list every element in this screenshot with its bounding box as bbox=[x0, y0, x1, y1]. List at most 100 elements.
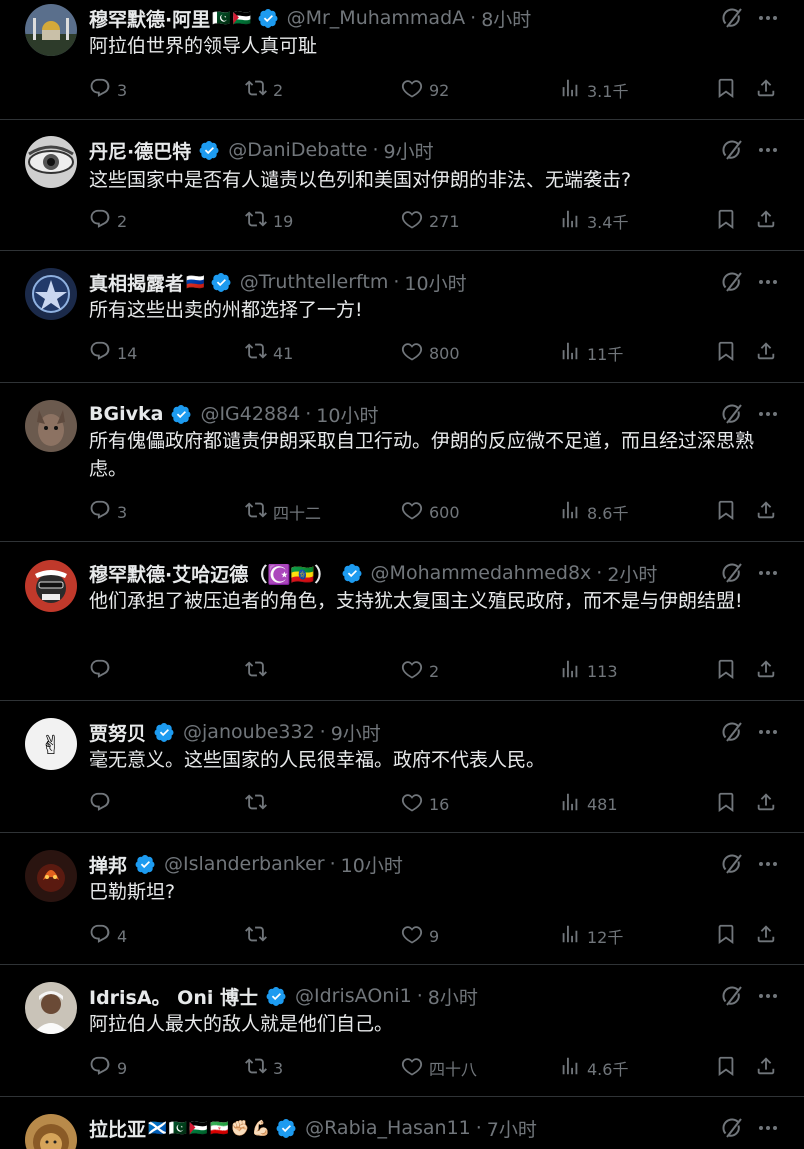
grok-icon[interactable] bbox=[720, 561, 744, 585]
user-handle[interactable]: @Truthtellerftm bbox=[240, 271, 389, 293]
share-button[interactable] bbox=[755, 498, 777, 526]
share-button[interactable] bbox=[755, 1054, 777, 1082]
timestamp[interactable]: 9小时 bbox=[383, 137, 433, 164]
bookmark-button[interactable] bbox=[715, 339, 737, 367]
grok-icon[interactable] bbox=[720, 984, 744, 1008]
verified-badge-icon[interactable] bbox=[135, 854, 156, 875]
emblem-avatar[interactable] bbox=[25, 268, 77, 320]
user-handle[interactable]: @janoube332 bbox=[183, 721, 315, 743]
share-button[interactable] bbox=[755, 922, 777, 950]
display-name[interactable]: BGivka bbox=[89, 403, 163, 425]
verified-badge-icon[interactable] bbox=[266, 986, 287, 1007]
display-name[interactable]: 丹尼·德巴特 bbox=[89, 137, 191, 164]
display-name[interactable]: 穆罕默德·阿里 bbox=[89, 5, 210, 32]
display-name[interactable]: 掸邦 bbox=[89, 851, 127, 878]
retweet-button[interactable]: 2 bbox=[245, 76, 283, 104]
more-options-icon[interactable] bbox=[756, 561, 780, 585]
retweet-button[interactable] bbox=[245, 657, 273, 685]
retweet-button[interactable]: 19 bbox=[245, 207, 293, 235]
more-options-icon[interactable] bbox=[756, 270, 780, 294]
views-button[interactable]: 113 bbox=[559, 657, 618, 685]
tweet[interactable]: 真相揭露者 🇷🇺 @Truthtellerftm · 10小时 所有这些出卖的州都选择了一… bbox=[0, 252, 804, 383]
verified-badge-icon[interactable] bbox=[171, 404, 192, 425]
verified-badge-icon[interactable] bbox=[276, 1118, 297, 1139]
user-handle[interactable]: @Mr_MuhammadA bbox=[287, 7, 466, 29]
bookmark-button[interactable] bbox=[715, 498, 737, 526]
tweet[interactable]: 穆罕默德·阿里 🇵🇰 🇵🇸 @Mr_MuhammadA · 8小时 阿拉伯世界的领导人真可耻… bbox=[0, 0, 804, 120]
grok-icon[interactable] bbox=[720, 270, 744, 294]
share-button[interactable] bbox=[755, 339, 777, 367]
user-handle[interactable]: @IdrisAOni1 bbox=[295, 985, 412, 1007]
views-button[interactable]: 11千 bbox=[559, 339, 623, 367]
like-button[interactable]: 600 bbox=[401, 498, 460, 526]
like-button[interactable]: 2 bbox=[401, 657, 439, 685]
user-handle[interactable]: @Rabia_Hasan11 bbox=[305, 1117, 471, 1139]
grok-icon[interactable] bbox=[720, 720, 744, 744]
user-handle[interactable]: @Mohammedahmed8x bbox=[371, 562, 592, 584]
like-button[interactable]: 271 bbox=[401, 207, 460, 235]
more-options-icon[interactable] bbox=[756, 6, 780, 30]
tweet[interactable]: IdrisA。 Oni 博士 @IdrisAOni1 · 8小时 阿拉伯人最大的敌人就是… bbox=[0, 966, 804, 1097]
mosque-avatar[interactable] bbox=[25, 4, 77, 56]
reply-button[interactable]: 3 bbox=[89, 76, 127, 104]
bookmark-button[interactable] bbox=[715, 790, 737, 818]
verified-badge-icon[interactable] bbox=[211, 272, 232, 293]
reply-button[interactable]: 2 bbox=[89, 207, 127, 235]
timestamp[interactable]: 7小时 bbox=[487, 1115, 537, 1142]
lion-avatar[interactable] bbox=[25, 1114, 77, 1149]
retweet-button[interactable] bbox=[245, 790, 273, 818]
timestamp[interactable]: 10小时 bbox=[404, 269, 466, 296]
views-button[interactable]: 4.6千 bbox=[559, 1054, 628, 1082]
share-button[interactable] bbox=[755, 790, 777, 818]
display-name[interactable]: 穆罕默德·艾哈迈德（☪️🇪🇹） bbox=[89, 560, 334, 587]
views-button[interactable]: 481 bbox=[559, 790, 618, 818]
reply-button[interactable] bbox=[89, 657, 117, 685]
more-options-icon[interactable] bbox=[756, 852, 780, 876]
timestamp[interactable]: 2小时 bbox=[607, 560, 657, 587]
more-options-icon[interactable] bbox=[756, 984, 780, 1008]
eye-avatar[interactable] bbox=[25, 136, 77, 188]
share-button[interactable] bbox=[755, 207, 777, 235]
views-button[interactable]: 8.6千 bbox=[559, 498, 628, 526]
timestamp[interactable]: 9小时 bbox=[331, 719, 381, 746]
display-name[interactable]: 拉比亚 bbox=[89, 1115, 146, 1142]
timestamp[interactable]: 10小时 bbox=[341, 851, 403, 878]
reply-button[interactable] bbox=[89, 790, 117, 818]
display-name[interactable]: IdrisA。 Oni 博士 bbox=[89, 983, 258, 1010]
timestamp[interactable]: 8小时 bbox=[428, 983, 478, 1010]
display-name[interactable]: 真相揭露者 bbox=[89, 269, 184, 296]
retweet-button[interactable]: 41 bbox=[245, 339, 293, 367]
timestamp[interactable]: 8小时 bbox=[481, 5, 531, 32]
bookmark-button[interactable] bbox=[715, 922, 737, 950]
tweet[interactable]: ✌ 贾努贝 @janoube332 · 9小时 毫无意义。这些国家的人民很幸福。政府不代表… bbox=[0, 702, 804, 833]
creature-avatar[interactable] bbox=[25, 400, 77, 452]
like-button[interactable]: 9 bbox=[401, 922, 439, 950]
grok-icon[interactable] bbox=[720, 402, 744, 426]
grok-icon[interactable] bbox=[720, 6, 744, 30]
tweet[interactable]: BGivka @IG42884 · 10小时 所有傀儡政府都谴责伊朗采取自卫行动。伊朗的… bbox=[0, 384, 804, 542]
reply-button[interactable]: 14 bbox=[89, 339, 137, 367]
like-button[interactable]: 四十八 bbox=[401, 1054, 477, 1082]
user-handle[interactable]: @IG42884 bbox=[200, 403, 300, 425]
share-button[interactable] bbox=[755, 657, 777, 685]
victory-hand-avatar[interactable]: ✌ bbox=[25, 718, 77, 770]
verified-badge-icon[interactable] bbox=[154, 722, 175, 743]
fire-avatar[interactable] bbox=[25, 850, 77, 902]
tweet[interactable]: 丹尼·德巴特 @DaniDebatte · 9小时 这些国家中是否有人谴责以色列和美国对… bbox=[0, 121, 804, 251]
like-button[interactable]: 16 bbox=[401, 790, 449, 818]
reply-button[interactable]: 9 bbox=[89, 1054, 127, 1082]
tweet[interactable]: 穆罕默德·艾哈迈德（☪️🇪🇹） @Mohammedahmed8x · 2小时 他们承担了… bbox=[0, 543, 804, 701]
portrait-avatar[interactable] bbox=[25, 560, 77, 612]
tweet[interactable]: 掸邦 @Islanderbanker · 10小时 巴勒斯坦? 4 9 12千 bbox=[0, 834, 804, 965]
more-options-icon[interactable] bbox=[756, 402, 780, 426]
man-avatar[interactable] bbox=[25, 982, 77, 1034]
retweet-button[interactable] bbox=[245, 922, 273, 950]
views-button[interactable]: 3.4千 bbox=[559, 207, 628, 235]
like-button[interactable]: 92 bbox=[401, 76, 449, 104]
verified-badge-icon[interactable] bbox=[342, 563, 363, 584]
bookmark-button[interactable] bbox=[715, 1054, 737, 1082]
grok-icon[interactable] bbox=[720, 852, 744, 876]
user-handle[interactable]: @Islanderbanker bbox=[164, 853, 325, 875]
views-button[interactable]: 3.1千 bbox=[559, 76, 628, 104]
verified-badge-icon[interactable] bbox=[258, 8, 279, 29]
